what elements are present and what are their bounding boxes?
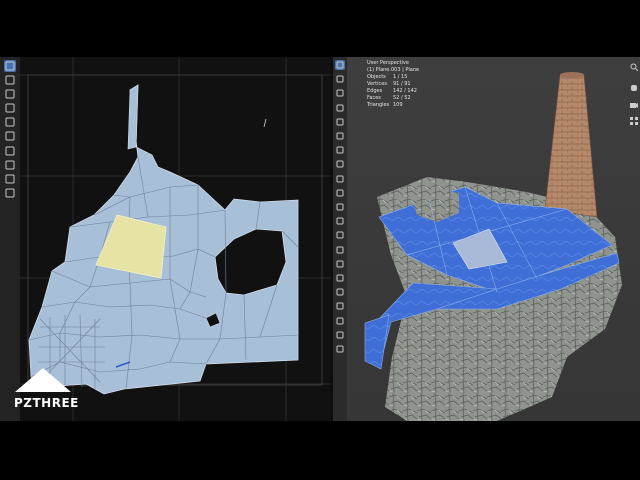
transform-icon[interactable] xyxy=(4,130,16,142)
rip-region-icon[interactable] xyxy=(335,344,345,354)
grid-view-icon[interactable] xyxy=(630,117,638,125)
viewport-canvas[interactable]: User Perspective (1) Plane.003 | Plane O… xyxy=(347,57,640,421)
stat-row: Faces 52 / 52 xyxy=(367,95,419,102)
move-icon[interactable] xyxy=(4,88,16,100)
poly-build-icon[interactable] xyxy=(335,259,345,269)
stat-value: 52 / 52 xyxy=(393,95,411,101)
scene-render xyxy=(364,72,622,421)
zoom-icon[interactable] xyxy=(630,63,638,71)
brick-chimney xyxy=(544,74,598,218)
top-letterbox xyxy=(0,0,640,57)
knife-icon[interactable] xyxy=(335,245,345,255)
stat-value: 142 / 142 xyxy=(393,88,417,94)
logo-triangle-icon xyxy=(15,368,71,392)
smooth-icon[interactable] xyxy=(335,287,345,297)
active-object: (1) Plane.003 | Plane xyxy=(367,67,420,73)
rotate-icon[interactable] xyxy=(335,103,345,113)
stats-list: Objects 1 / 15 Vertices 91 / 91 Edges 142 / 1… xyxy=(367,74,419,109)
transform-icon[interactable] xyxy=(335,131,345,141)
shrink-fatten-icon[interactable] xyxy=(335,316,345,326)
stat-row: Objects 1 / 15 xyxy=(367,74,419,81)
uv-island-main[interactable] xyxy=(28,84,299,395)
annotate-icon[interactable] xyxy=(335,145,345,155)
bevel-icon[interactable] xyxy=(335,216,345,226)
view-name: User Perspective xyxy=(367,60,409,66)
spin-icon[interactable] xyxy=(335,273,345,283)
stat-value: 91 / 91 xyxy=(393,81,411,87)
scale-icon[interactable] xyxy=(4,116,16,128)
cursor-icon[interactable] xyxy=(4,60,16,72)
scale-icon[interactable] xyxy=(335,117,345,127)
camera-icon[interactable] xyxy=(630,101,638,109)
stat-label: Faces xyxy=(367,95,381,101)
edge-slide-icon[interactable] xyxy=(335,301,345,311)
stat-value: 109 xyxy=(393,102,403,108)
cursor-3d-icon[interactable] xyxy=(335,74,345,84)
stat-row: Vertices 91 / 91 xyxy=(367,81,419,88)
logo-text: PZTHREE xyxy=(14,396,79,410)
annotate-icon[interactable] xyxy=(4,145,16,157)
stat-label: Vertices xyxy=(367,81,387,87)
grab-icon[interactable] xyxy=(4,159,16,171)
cursor-3d-icon[interactable] xyxy=(4,74,16,86)
viewport-toolbar xyxy=(333,57,347,421)
add-cube-icon[interactable] xyxy=(335,174,345,184)
stat-label: Triangles xyxy=(367,102,390,108)
rotate-icon[interactable] xyxy=(4,102,16,114)
inset-icon[interactable] xyxy=(335,202,345,212)
move-icon[interactable] xyxy=(335,88,345,98)
loop-cut-icon[interactable] xyxy=(335,230,345,240)
stat-label: Edges xyxy=(367,88,383,94)
stat-value: 1 / 15 xyxy=(393,74,408,80)
3d-viewport: User Perspective (1) Plane.003 | Plane O… xyxy=(333,57,640,421)
uv-stray-edge xyxy=(263,118,267,128)
bottom-letterbox xyxy=(0,421,640,480)
viewport-info-overlay: User Perspective (1) Plane.003 | Plane O… xyxy=(367,60,419,109)
shear-icon[interactable] xyxy=(335,330,345,340)
hand-pan-icon[interactable] xyxy=(630,83,638,91)
cursor-icon[interactable] xyxy=(335,60,345,70)
stat-row: Triangles 109 xyxy=(367,102,419,109)
measure-icon[interactable] xyxy=(335,159,345,169)
extrude-icon[interactable] xyxy=(335,188,345,198)
relax-icon[interactable] xyxy=(4,173,16,185)
pzthree-logo: PZTHREE xyxy=(13,367,83,413)
stat-row: Edges 142 / 142 xyxy=(367,88,419,95)
pinch-icon[interactable] xyxy=(4,187,16,199)
stat-label: Objects xyxy=(367,74,386,80)
